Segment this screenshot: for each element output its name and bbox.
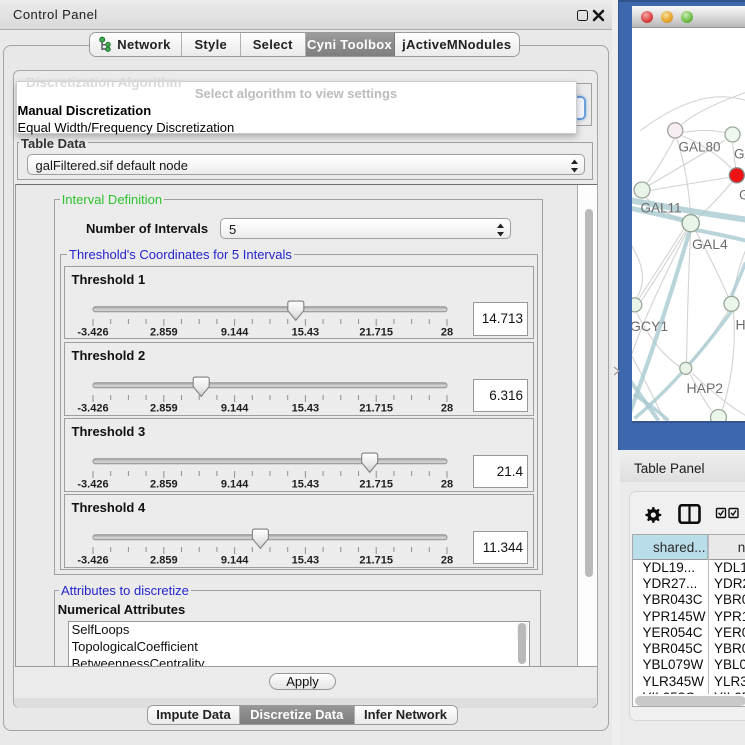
svg-text:GAL11: GAL11: [640, 200, 681, 215]
svg-text:28: 28: [440, 555, 452, 567]
svg-text:21.715: 21.715: [359, 326, 393, 338]
svg-text:28: 28: [440, 326, 452, 338]
svg-text:2.859: 2.859: [150, 479, 178, 491]
svg-text:2.859: 2.859: [150, 403, 178, 415]
svg-text:21.715: 21.715: [359, 479, 393, 491]
svg-text:9.144: 9.144: [220, 403, 248, 415]
svg-text:9.144: 9.144: [220, 479, 248, 491]
svg-text:15.43: 15.43: [291, 403, 319, 415]
svg-text:GAL80: GAL80: [678, 139, 720, 154]
svg-text:21.715: 21.715: [359, 555, 393, 567]
svg-text:H: H: [735, 316, 745, 332]
svg-text:GCY1: GCY1: [632, 318, 668, 334]
svg-text:-3.426: -3.426: [77, 403, 108, 415]
svg-text:2.859: 2.859: [150, 326, 178, 338]
svg-text:GA: GA: [734, 146, 745, 161]
svg-text:9.144: 9.144: [220, 326, 248, 338]
svg-text:28: 28: [440, 403, 452, 415]
svg-text:-3.426: -3.426: [77, 555, 108, 567]
svg-text:GAL4: GAL4: [692, 236, 728, 252]
svg-text:-3.426: -3.426: [77, 479, 108, 491]
svg-text:HAP2: HAP2: [686, 380, 723, 396]
svg-text:28: 28: [440, 479, 452, 491]
svg-text:G: G: [739, 187, 745, 202]
svg-text:15.43: 15.43: [291, 326, 319, 338]
svg-text:15.43: 15.43: [291, 479, 319, 491]
svg-text:21.715: 21.715: [359, 403, 393, 415]
svg-text:15.43: 15.43: [291, 555, 319, 567]
svg-text:9.144: 9.144: [220, 555, 248, 567]
svg-text:-3.426: -3.426: [77, 326, 108, 338]
svg-text:2.859: 2.859: [150, 555, 178, 567]
